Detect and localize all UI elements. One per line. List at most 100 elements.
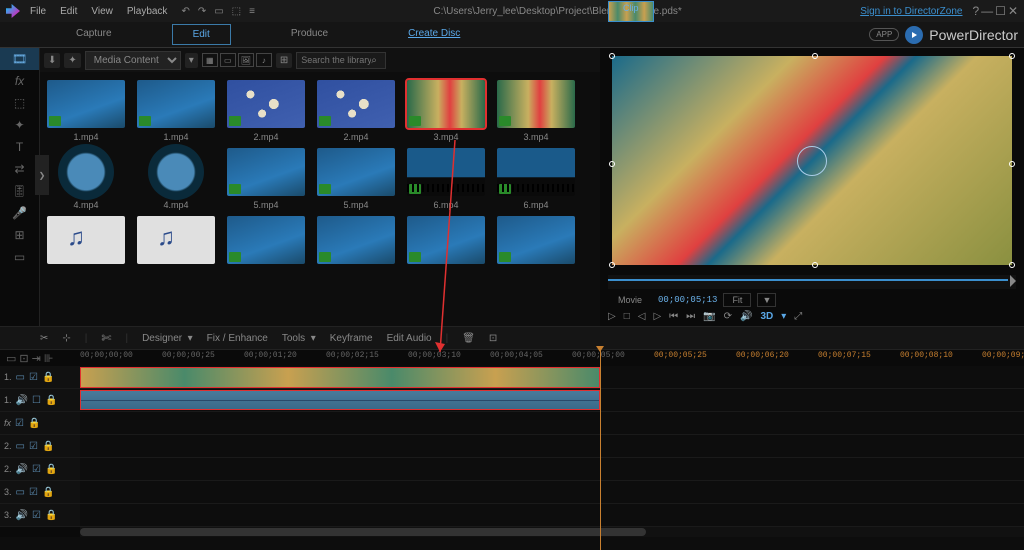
resize-handle[interactable] (1009, 161, 1015, 167)
resize-handle[interactable] (1009, 262, 1015, 268)
media-dropdown[interactable]: Media Content (85, 51, 181, 70)
thumb-audio[interactable] (47, 216, 125, 264)
import-icon[interactable]: ⬇ (44, 53, 60, 68)
title-room-icon[interactable]: T (0, 136, 39, 158)
thumb-3-selected[interactable] (407, 80, 485, 128)
particle-room-icon[interactable]: ✦ (0, 114, 39, 136)
help-icon[interactable]: ? (972, 4, 979, 18)
track-body[interactable] (80, 366, 1024, 388)
tl-tool-icon[interactable]: ▭ (6, 352, 16, 365)
progress-bar[interactable] (608, 275, 1016, 289)
track-body[interactable] (80, 435, 1024, 457)
sidebar-expander[interactable]: ❯ (35, 155, 49, 195)
fix-enhance-button[interactable]: Fix / Enhance (207, 333, 268, 344)
resize-handle[interactable] (609, 262, 615, 268)
video-clip[interactable] (80, 367, 600, 388)
tl-tool-icon[interactable]: ⊡ (19, 352, 28, 365)
track-body[interactable] (80, 389, 1024, 411)
view-icon[interactable]: ⊞ (276, 53, 292, 68)
resize-handle[interactable] (812, 53, 818, 59)
thumb-extra[interactable] (407, 216, 485, 264)
next-frame-icon[interactable]: ▷ (653, 311, 661, 322)
time-ruler[interactable]: 00;00;00;0000;00;00;2500;00;01;2000;00;0… (80, 350, 1024, 366)
expand-icon[interactable]: ▾ (781, 311, 786, 322)
thumb-3b[interactable] (497, 80, 575, 128)
timeline-scrollbar[interactable] (80, 527, 1024, 537)
toolbar-icon[interactable]: ▭ (214, 6, 223, 17)
audio-mix-icon[interactable]: 🎚 (0, 180, 39, 202)
tl-tool-icon[interactable]: ⇥ (32, 352, 41, 365)
filter-all-icon[interactable]: ▦ (202, 53, 218, 67)
subtitle-icon[interactable]: ▭ (0, 246, 39, 268)
track-head-video-2[interactable]: 2.▭☑🔒 (0, 435, 80, 457)
thumb-2[interactable] (227, 80, 305, 128)
filter-audio-icon[interactable]: ♪ (256, 53, 272, 67)
thumb-2b[interactable] (317, 80, 395, 128)
resize-handle[interactable] (609, 53, 615, 59)
thumb-1[interactable] (47, 80, 125, 128)
minimize-icon[interactable]: — (981, 4, 993, 18)
tl-tool-icon[interactable]: ⊪ (44, 352, 54, 365)
fit-dropdown[interactable]: Fit (723, 293, 751, 307)
tools-dropdown[interactable]: Tools ▾ (282, 333, 316, 344)
resize-handle[interactable] (1009, 53, 1015, 59)
scroll-thumb[interactable] (80, 528, 646, 536)
media-room-icon[interactable]: 🎞 (0, 48, 39, 70)
designer-dropdown[interactable]: Designer ▾ (142, 333, 193, 344)
fast-forward-icon[interactable]: ⏭ (686, 311, 695, 322)
track-body[interactable] (80, 412, 1024, 434)
filter-video-icon[interactable]: ▭ (220, 53, 236, 67)
transition-room-icon[interactable]: ⇄ (0, 158, 39, 180)
snapshot-icon[interactable]: 📷 (703, 311, 715, 322)
thumb-extra[interactable] (317, 216, 395, 264)
thumb-audio[interactable] (137, 216, 215, 264)
chapter-icon[interactable]: ⊞ (0, 224, 39, 246)
cut-icon[interactable]: ✄ (101, 331, 111, 345)
thumb-5b[interactable] (317, 148, 395, 196)
tab-create-disc[interactable]: Create Disc (388, 24, 480, 45)
tab-edit[interactable]: Edit (172, 24, 231, 45)
track-head-audio-1[interactable]: 1.🔊☐🔒 (0, 389, 80, 411)
track-head-fx[interactable]: fx☑🔒 (0, 412, 80, 434)
loop-icon[interactable]: ⟳ (724, 311, 732, 322)
search-input[interactable] (301, 55, 371, 65)
thumb-extra[interactable] (497, 216, 575, 264)
tab-produce[interactable]: Produce (271, 24, 348, 45)
resize-handle[interactable] (812, 262, 818, 268)
thumb-6b[interactable] (497, 148, 575, 196)
thumb-1b[interactable] (137, 80, 215, 128)
maximize-icon[interactable]: ☐ (995, 4, 1006, 18)
play-icon[interactable]: ▷ (608, 311, 616, 322)
signin-link[interactable]: Sign in to DirectorZone (860, 6, 962, 17)
undock-icon[interactable]: ⤢ (794, 311, 802, 322)
track-body[interactable] (80, 481, 1024, 503)
stop-icon[interactable]: □ (624, 311, 630, 322)
app-badge[interactable]: APP (869, 28, 899, 41)
search-icon[interactable]: ⌕ (371, 55, 377, 66)
tab-capture[interactable]: Capture (56, 24, 132, 45)
thumb-4[interactable] (58, 144, 114, 200)
thumb-extra[interactable] (227, 216, 305, 264)
redo-icon[interactable]: ↷ (198, 6, 206, 17)
split-icon[interactable]: ⊹ (62, 333, 70, 344)
3d-button[interactable]: 3D (760, 311, 773, 322)
menu-edit[interactable]: Edit (60, 6, 77, 17)
filter-image-icon[interactable]: 🖼 (238, 53, 254, 67)
trash-icon[interactable]: 🗑 (462, 333, 475, 344)
fx-room-icon[interactable]: fx (0, 70, 39, 92)
undo-icon[interactable]: ↶ (181, 6, 189, 17)
clip-mode-button[interactable]: Clip (608, 1, 654, 22)
menu-playback[interactable]: Playback (127, 6, 168, 17)
edit-audio-button[interactable]: Edit Audio (387, 333, 432, 344)
menu-file[interactable]: File (30, 6, 46, 17)
track-head-video-1[interactable]: 1.▭☑🔒 (0, 366, 80, 388)
close-icon[interactable]: ✕ (1008, 4, 1018, 18)
track-head-audio-2[interactable]: 2.🔊☑🔒 (0, 458, 80, 480)
track-body[interactable] (80, 504, 1024, 526)
voice-icon[interactable]: 🎤 (0, 202, 39, 224)
search-box[interactable]: ⌕ (296, 52, 386, 69)
prev-frame-icon[interactable]: ◁ (638, 311, 646, 322)
audio-clip[interactable] (80, 390, 600, 410)
keyframe-button[interactable]: Keyframe (330, 333, 373, 344)
zoom-dropdown[interactable]: ▼ (757, 293, 776, 307)
